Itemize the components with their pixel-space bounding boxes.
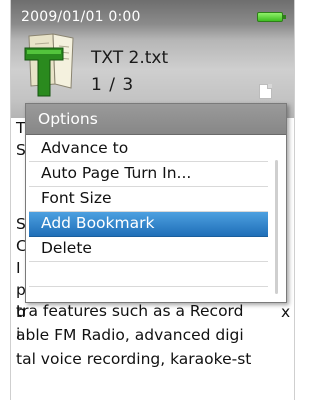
document-icon <box>259 84 272 99</box>
status-datetime: 2009/01/01 0:00 <box>21 9 141 25</box>
book-text-line: able FM Radio, advanced digi <box>16 326 244 344</box>
book-text-line: tal voice recording, karaoke-st <box>16 350 252 368</box>
menu-item-auto-page-turn[interactable]: Auto Page Turn In... <box>29 162 268 187</box>
text-reader-icon <box>24 33 74 97</box>
menu-item-font-size[interactable]: Font Size <box>29 187 268 212</box>
menu-item-advance-to[interactable]: Advance to <box>29 137 268 162</box>
menu-item-delete[interactable]: Delete <box>29 237 268 262</box>
options-menu-list: Advance to Auto Page Turn In... Font Siz… <box>29 135 271 299</box>
menu-item-label: Advance to <box>41 139 129 157</box>
menu-item-label: Auto Page Turn In... <box>41 164 192 182</box>
menu-item-label: Font Size <box>41 189 112 207</box>
menu-item-label: Delete <box>41 239 92 257</box>
media-player-screen: 2009/01/01 0:00 TXT 2.txt 1 / 3 T S S C … <box>10 0 295 400</box>
book-text-line: tra features such as a Record <box>16 302 244 320</box>
options-menu-title-bar: Options <box>26 104 286 135</box>
page-counter: 1 / 3 <box>91 75 135 95</box>
options-scrollbar[interactable] <box>275 160 278 294</box>
file-name: TXT 2.txt <box>91 48 169 68</box>
text-fragment: x <box>281 303 291 321</box>
battery-full-icon <box>257 12 286 22</box>
options-menu-title: Options <box>38 110 98 128</box>
menu-item-add-bookmark[interactable]: Add Bookmark <box>29 212 268 237</box>
file-header: 2009/01/01 0:00 TXT 2.txt 1 / 3 <box>11 0 294 118</box>
menu-item-empty <box>29 262 268 287</box>
text-fragment: I <box>16 259 21 277</box>
menu-item-label: Add Bookmark <box>41 214 155 232</box>
options-menu: Options Advance to Auto Page Turn In... … <box>25 103 287 303</box>
